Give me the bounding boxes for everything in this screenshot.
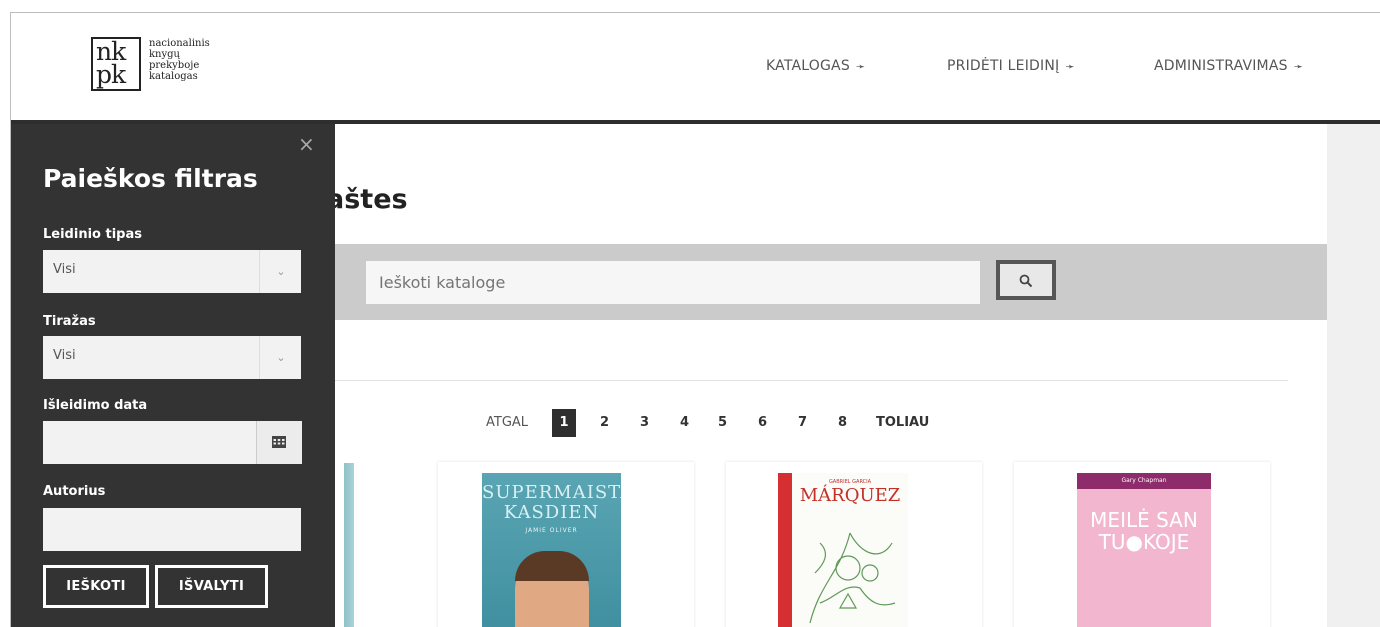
pagination-page[interactable]: 3 [640,409,649,437]
book-card[interactable]: SUPERMAISTAS KASDIEN JAMIE OLIVER [438,462,694,627]
search-button[interactable] [996,260,1056,300]
chevron-down-icon: ⌄ [259,250,302,293]
caret-down-icon: ➛ [1065,60,1075,73]
site-header: nk pk nacionalinis knygų prekyboje katal… [11,13,1380,124]
cover-title: MEILĖ SAN TU●KOJE [1090,508,1198,554]
chevron-down-icon: ⌄ [259,336,302,379]
cover-spine-band [778,473,792,627]
search-icon [1019,274,1033,288]
cover-title: SUPERMAISTAS KASDIEN [482,482,621,523]
pagination-page[interactable]: 4 [680,409,689,437]
print-select-value: Visi [53,348,76,363]
pagination-prev[interactable]: ATGAL [486,409,528,437]
author-input[interactable] [43,508,301,551]
type-select[interactable]: Visi ⌄ [43,250,301,293]
pagination-page[interactable]: 8 [838,409,847,437]
book-cover[interactable]: Gary Chapman MEILĖ SAN TU●KOJE [1077,473,1211,627]
type-select-value: Visi [53,262,76,277]
logo-word: prekyboje [149,60,200,71]
caret-down-icon: ➛ [855,60,866,73]
pagination-page[interactable]: 7 [798,409,807,437]
cover-title: MÁRQUEZ [799,485,901,506]
cover-author: JAMIE OLIVER [525,527,578,534]
nav-administravimas[interactable]: ADMINISTRAVIMAS ➛ [1154,58,1303,74]
divider [326,380,1288,381]
search-input[interactable] [366,261,980,304]
pagination-page[interactable]: 6 [758,409,767,437]
pagination-page[interactable]: 5 [718,409,727,437]
filter-sidebar: × Paieškos filtras Leidinio tipas Visi ⌄… [11,124,335,627]
cover-illustration [809,532,896,624]
print-select[interactable]: Visi ⌄ [43,336,301,379]
date-label: Išleidimo data [43,398,148,413]
pagination-page[interactable]: 2 [600,409,609,437]
close-icon[interactable]: × [298,132,315,156]
clear-filter-button[interactable]: IŠVALYTI [155,565,268,608]
logo-word: katalogas [149,71,198,82]
cover-author: Gary Chapman [1077,473,1211,489]
search-filter-button[interactable]: IEŠKOTI [43,565,149,608]
caret-down-icon: ➛ [1293,60,1304,73]
logo-mark: nk pk [91,37,141,91]
book-cover-partial[interactable] [344,463,354,627]
nav-katalogas[interactable]: KATALOGAS ➛ [766,58,865,74]
type-label: Leidinio tipas [43,227,142,242]
app-frame: nk pk nacionalinis knygų prekyboje katal… [10,12,1380,627]
nav-prideti-leidini[interactable]: PRIDĖTI LEIDINĮ ➛ [947,58,1075,74]
cover-photo-hair [515,551,589,581]
nav-label: ADMINISTRAVIMAS [1154,58,1288,74]
book-cover[interactable]: GABRIEL GARCIA MÁRQUEZ [778,473,908,627]
page-title: aštes [326,184,408,215]
author-label: Autorius [43,484,106,499]
pagination-next[interactable]: TOLIAU [876,409,929,437]
calendar-icon [272,436,286,448]
print-label: Tiražas [43,314,96,329]
site-logo[interactable]: nk pk nacionalinis knygų prekyboje katal… [91,35,261,95]
book-cover[interactable]: SUPERMAISTAS KASDIEN JAMIE OLIVER [482,473,621,627]
logo-word: knygų [149,49,180,60]
book-card[interactable]: GABRIEL GARCIA MÁRQUEZ [726,462,982,627]
nav-label: KATALOGAS [766,58,850,74]
logo-wordmark: nacionalinis knygų prekyboje katalogas [149,38,210,82]
calendar-button[interactable] [256,421,302,464]
book-card[interactable]: Gary Chapman MEILĖ SAN TU●KOJE [1014,462,1270,627]
pagination-page[interactable]: 1 [552,409,576,437]
nav-label: PRIDĖTI LEIDINĮ [947,58,1060,74]
logo-word: nacionalinis [149,38,210,49]
logo-mark-bottom: pk [96,60,126,89]
filter-title: Paieškos filtras [43,164,258,193]
date-input[interactable] [43,421,302,464]
